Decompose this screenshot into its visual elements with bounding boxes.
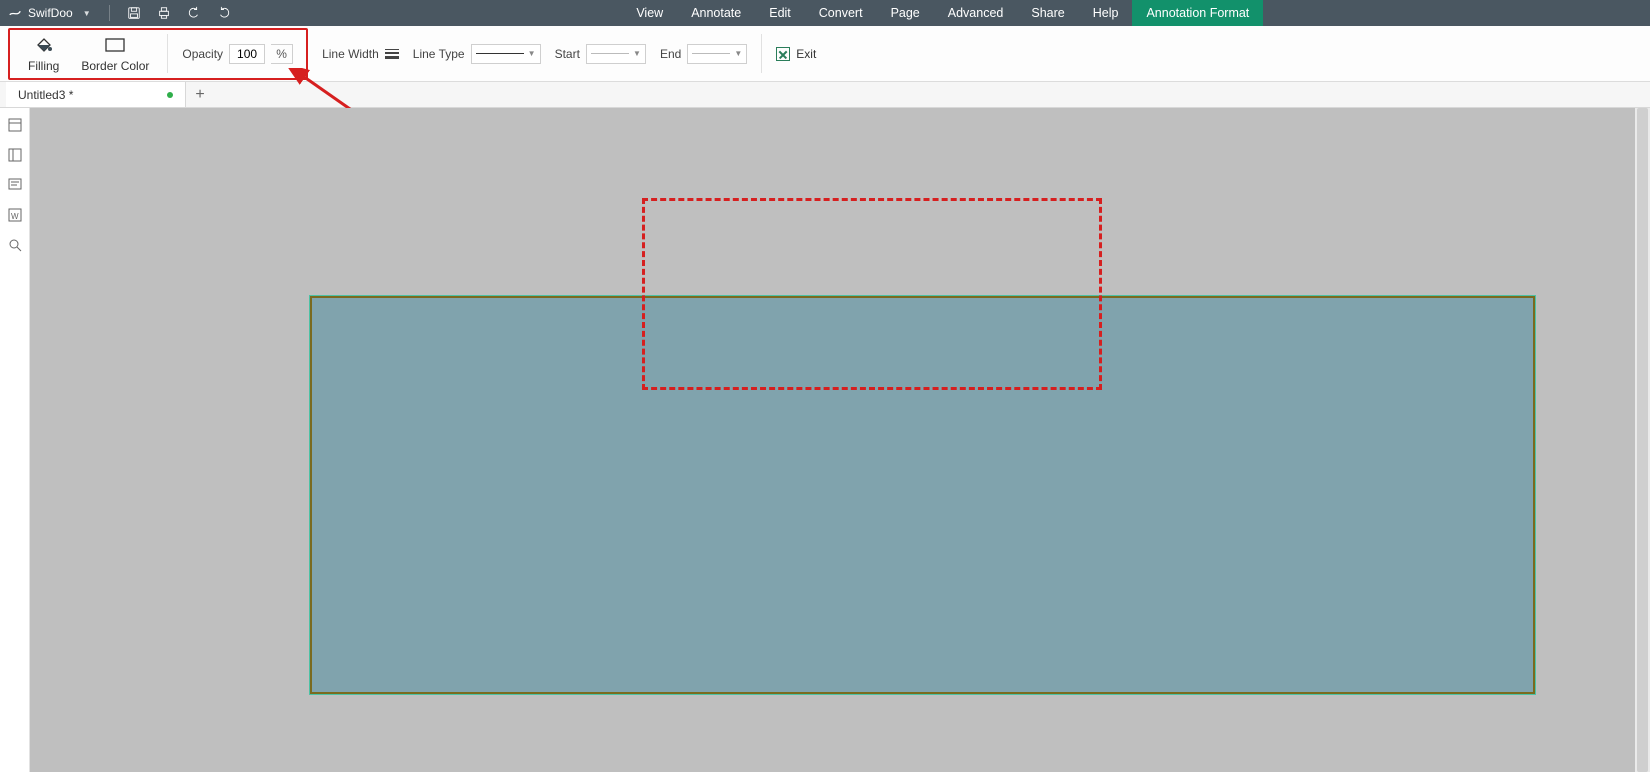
ribbon-group-fill: Filling Border Color xyxy=(14,26,163,81)
ribbon-group-exit: Exit xyxy=(766,26,826,81)
unsaved-dot-icon xyxy=(167,92,173,98)
save-button[interactable] xyxy=(122,0,146,26)
annotation-format-ribbon: Filling Border Color Opacity % Line Widt… xyxy=(0,26,1650,82)
document-tab-strip: Untitled3 * + xyxy=(0,82,1650,108)
redo-button[interactable] xyxy=(212,0,236,26)
filling-button[interactable]: Filling xyxy=(24,33,63,75)
exit-label: Exit xyxy=(796,47,816,61)
app-name: SwifDoo xyxy=(28,6,73,20)
new-tab-button[interactable]: + xyxy=(186,82,214,107)
document-tab[interactable]: Untitled3 * xyxy=(6,82,186,107)
convert-panel-button[interactable]: W xyxy=(6,206,24,224)
app-menu-dropdown-icon[interactable]: ▼ xyxy=(83,9,91,18)
undo-button[interactable] xyxy=(182,0,206,26)
svg-text:W: W xyxy=(11,212,19,221)
separator xyxy=(761,34,762,73)
line-start-label: Start xyxy=(555,47,580,61)
canvas-area[interactable] xyxy=(30,108,1650,772)
app-logo-icon xyxy=(8,6,22,20)
title-bar: SwifDoo ▼ View Annotate Edit Convert Pag… xyxy=(0,0,1650,26)
ribbon-group-line: Line Width Line Type ▼ Start ▼ End ▼ xyxy=(312,26,757,81)
line-start-dropdown[interactable]: ▼ xyxy=(586,44,646,64)
menu-share[interactable]: Share xyxy=(1017,0,1078,26)
chevron-down-icon: ▼ xyxy=(734,49,742,58)
menu-annotation-format[interactable]: Annotation Format xyxy=(1132,0,1263,26)
main-menu: View Annotate Edit Convert Page Advanced… xyxy=(236,0,1650,26)
vertical-scrollbar[interactable] xyxy=(1635,108,1650,772)
search-panel-button[interactable] xyxy=(6,236,24,254)
thumbnails-panel-button[interactable] xyxy=(6,116,24,134)
menu-page[interactable]: Page xyxy=(877,0,934,26)
border-color-icon xyxy=(104,35,126,55)
chevron-down-icon: ▼ xyxy=(633,49,641,58)
menu-advanced[interactable]: Advanced xyxy=(934,0,1018,26)
ribbon-group-opacity: Opacity % xyxy=(172,26,303,81)
chevron-down-icon: ▼ xyxy=(528,49,536,58)
menu-view[interactable]: View xyxy=(622,0,677,26)
separator xyxy=(307,34,308,73)
side-rail: W xyxy=(0,108,30,772)
menu-convert[interactable]: Convert xyxy=(805,0,877,26)
workspace: W xyxy=(0,108,1650,772)
exit-button[interactable]: Exit xyxy=(776,47,816,61)
line-type-preview xyxy=(476,53,524,54)
border-color-label: Border Color xyxy=(81,59,149,73)
opacity-input[interactable] xyxy=(229,44,265,64)
opacity-label: Opacity xyxy=(182,47,223,61)
print-button[interactable] xyxy=(152,0,176,26)
document-tab-title: Untitled3 * xyxy=(18,88,73,102)
plus-icon: + xyxy=(195,86,204,104)
line-start-preview xyxy=(591,53,629,54)
line-end-dropdown[interactable]: ▼ xyxy=(687,44,747,64)
filling-label: Filling xyxy=(28,59,59,73)
line-type-dropdown[interactable]: ▼ xyxy=(471,44,541,64)
border-color-button[interactable]: Border Color xyxy=(77,33,153,75)
line-end-preview xyxy=(692,53,730,54)
menu-help[interactable]: Help xyxy=(1079,0,1133,26)
title-left: SwifDoo ▼ xyxy=(0,0,236,26)
separator xyxy=(109,5,110,21)
line-type-label: Line Type xyxy=(413,47,465,61)
line-end-label: End xyxy=(660,47,681,61)
selection-rectangle[interactable] xyxy=(642,198,1102,390)
fill-bucket-icon xyxy=(34,35,54,55)
line-width-icon[interactable] xyxy=(385,49,399,59)
menu-edit[interactable]: Edit xyxy=(755,0,805,26)
bookmarks-panel-button[interactable] xyxy=(6,146,24,164)
annotations-panel-button[interactable] xyxy=(6,176,24,194)
line-width-label: Line Width xyxy=(322,47,379,61)
opacity-unit: % xyxy=(271,44,293,64)
separator xyxy=(167,34,168,73)
close-icon xyxy=(776,47,790,61)
menu-annotate[interactable]: Annotate xyxy=(677,0,755,26)
scrollbar-thumb[interactable] xyxy=(1637,108,1648,772)
